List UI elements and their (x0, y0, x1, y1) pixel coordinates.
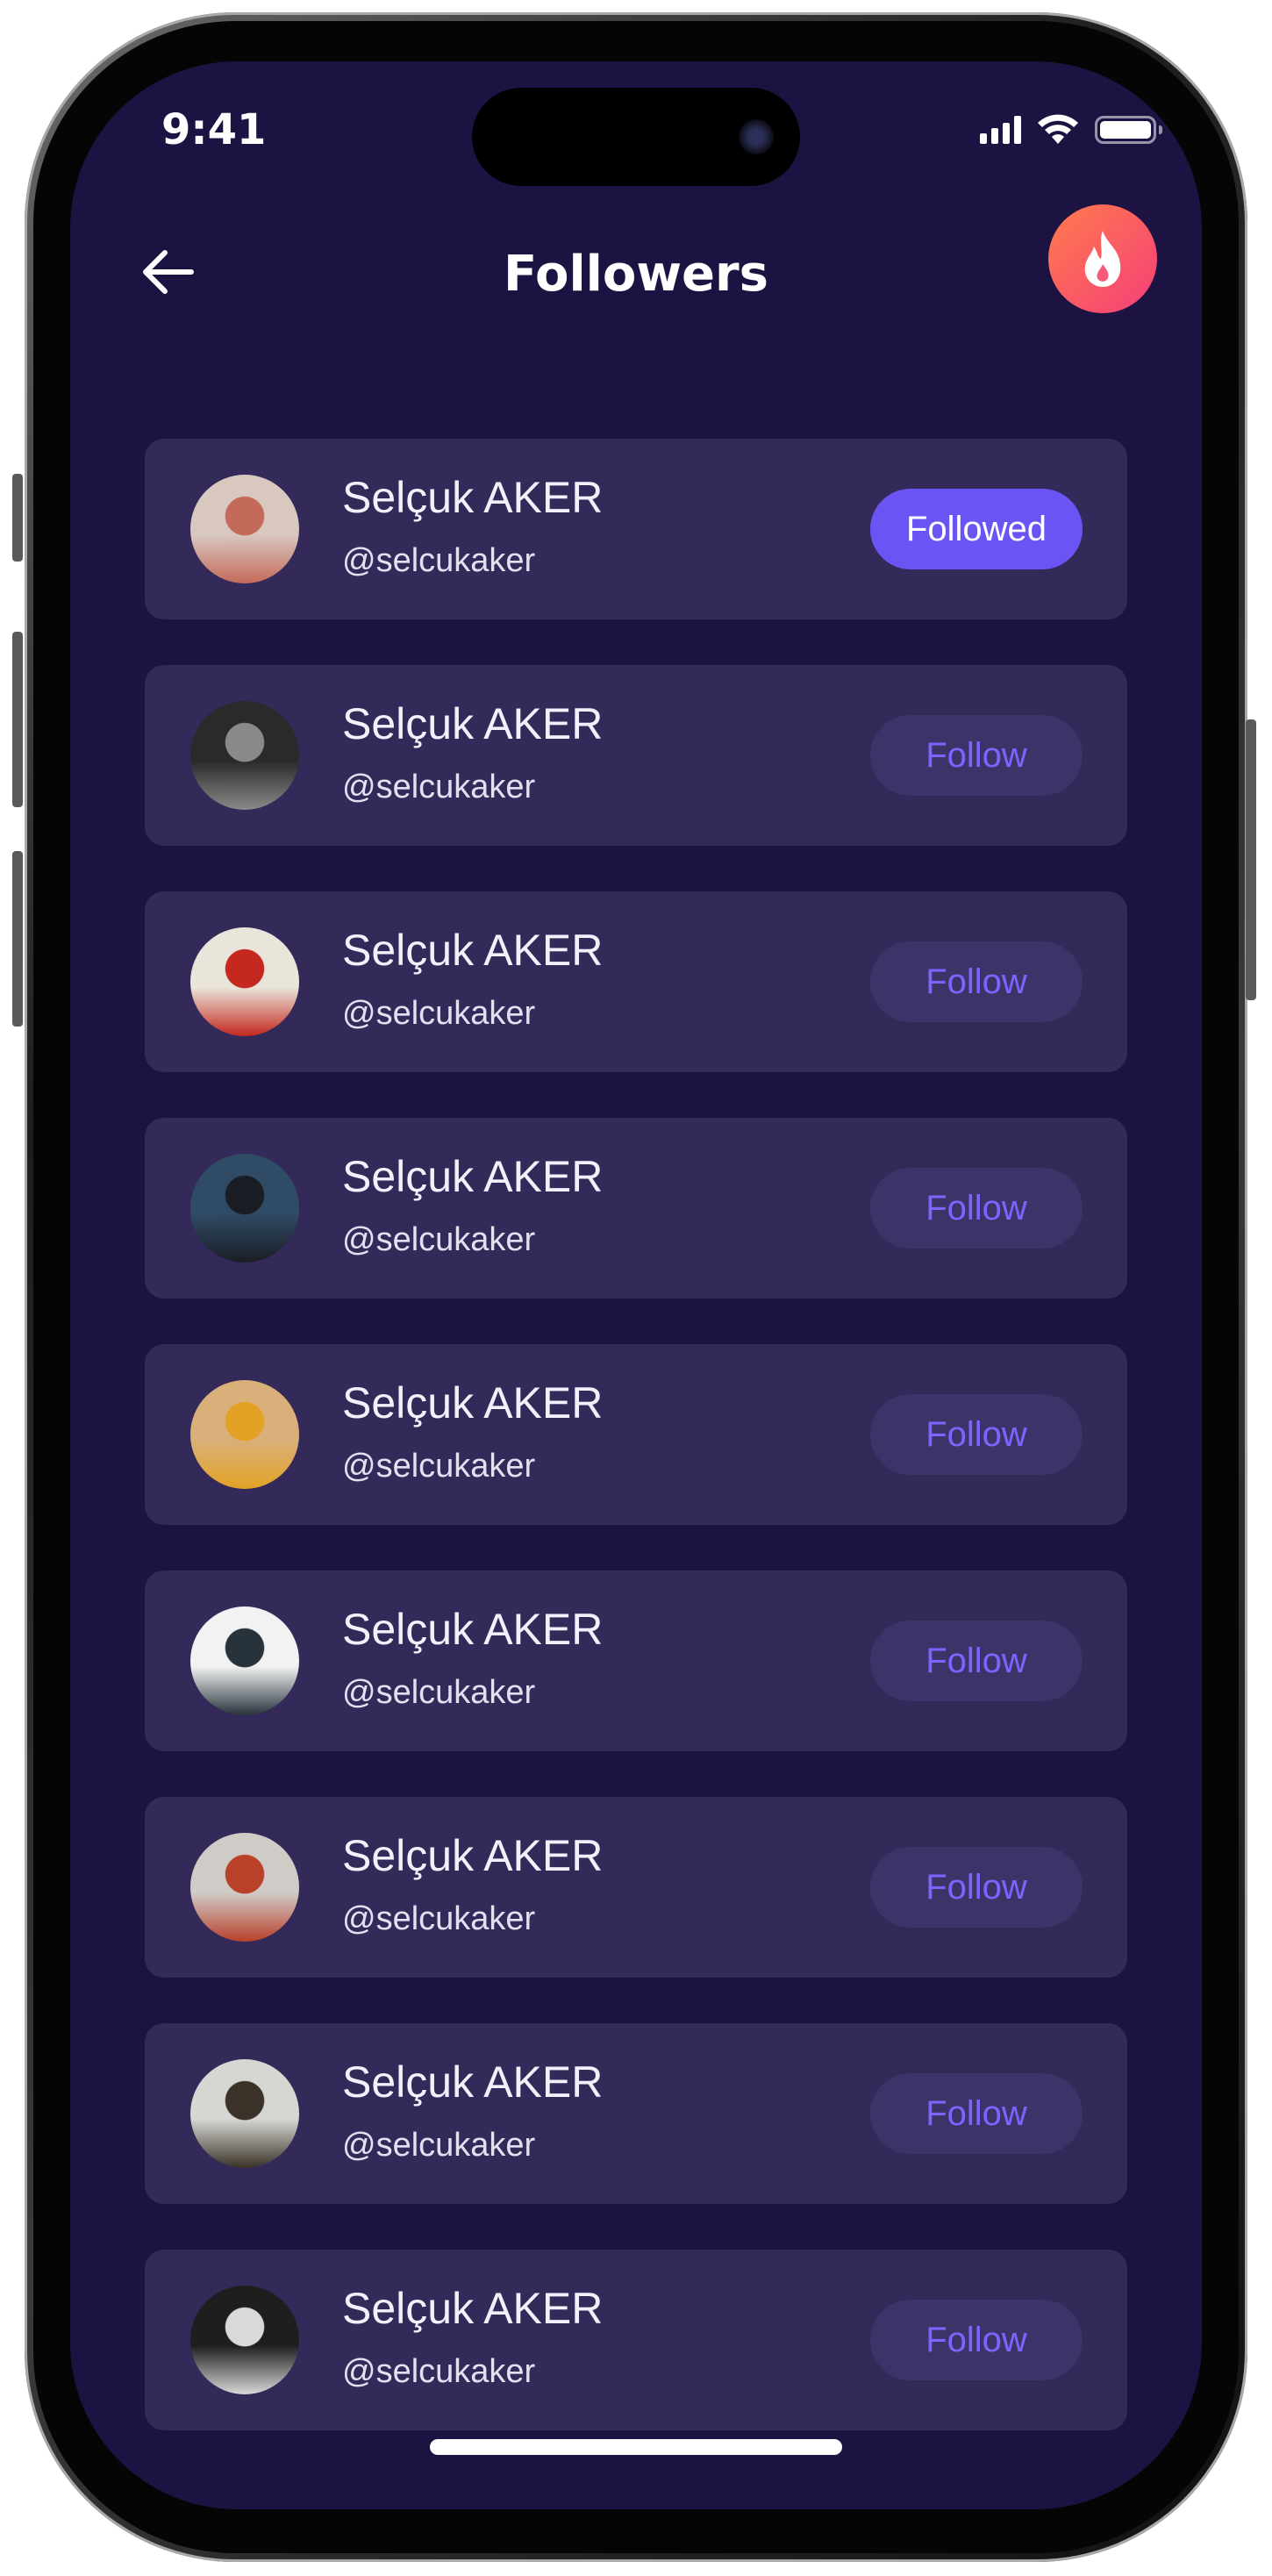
flame-icon (1084, 231, 1121, 287)
follower-card: Selçuk AKER @selcukaker Followed (145, 439, 1127, 619)
battery-icon (1095, 116, 1162, 144)
status-icons (980, 114, 1162, 146)
fire-button[interactable] (1048, 204, 1157, 313)
follower-handle: @selcukaker (342, 1448, 536, 1485)
follower-handle: @selcukaker (342, 2127, 536, 2164)
followers-list: Selçuk AKER @selcukaker Followed Selçuk … (145, 439, 1127, 2430)
follow-button[interactable]: Follow (870, 2073, 1083, 2154)
avatar (190, 2059, 299, 2168)
follower-handle: @selcukaker (342, 995, 536, 1032)
silent-switch (12, 474, 23, 562)
follower-handle: @selcukaker (342, 2353, 536, 2390)
avatar (190, 927, 299, 1036)
follower-name: Selçuk AKER (342, 1152, 604, 1201)
followed-button[interactable]: Followed (870, 489, 1083, 569)
avatar (190, 1606, 299, 1715)
follower-card: Selçuk AKER @selcukaker Follow (145, 891, 1127, 1072)
follow-button[interactable]: Follow (870, 1847, 1083, 1928)
volume-down-button (12, 851, 23, 1027)
power-button (1246, 719, 1256, 1000)
volume-up-button (12, 632, 23, 807)
dynamic-island (472, 88, 800, 186)
follower-card: Selçuk AKER @selcukaker Follow (145, 1797, 1127, 1978)
follower-name: Selçuk AKER (342, 926, 604, 975)
avatar (190, 1154, 299, 1263)
follower-handle: @selcukaker (342, 1900, 536, 1937)
follower-name: Selçuk AKER (342, 2284, 604, 2333)
follow-button[interactable]: Follow (870, 1394, 1083, 1475)
follower-name: Selçuk AKER (342, 1605, 604, 1654)
signal-icon (980, 116, 1021, 144)
follow-button[interactable]: Follow (870, 2300, 1083, 2380)
follower-card: Selçuk AKER @selcukaker Follow (145, 1571, 1127, 1751)
follower-name: Selçuk AKER (342, 699, 604, 748)
follower-handle: @selcukaker (342, 769, 536, 805)
avatar (190, 475, 299, 583)
follower-card: Selçuk AKER @selcukaker Follow (145, 2023, 1127, 2204)
follower-handle: @selcukaker (342, 542, 536, 579)
wifi-icon (1038, 114, 1078, 144)
follower-card: Selçuk AKER @selcukaker Follow (145, 1344, 1127, 1525)
avatar (190, 1833, 299, 1942)
avatar (190, 2286, 299, 2394)
follow-button[interactable]: Follow (870, 1168, 1083, 1249)
follow-button[interactable]: Follow (870, 715, 1083, 796)
follower-card: Selçuk AKER @selcukaker Follow (145, 1118, 1127, 1299)
follower-handle: @selcukaker (342, 1221, 536, 1258)
avatar (190, 1380, 299, 1489)
follower-name: Selçuk AKER (342, 2057, 604, 2107)
follower-card: Selçuk AKER @selcukaker Follow (145, 665, 1127, 846)
follow-button[interactable]: Follow (870, 1621, 1083, 1701)
camera-icon (739, 119, 774, 154)
status-time: 9:41 (161, 105, 267, 154)
avatar (190, 701, 299, 810)
follower-card: Selçuk AKER @selcukaker Follow (145, 2250, 1127, 2430)
page-title: Followers (504, 246, 768, 303)
follower-name: Selçuk AKER (342, 1378, 604, 1428)
follower-name: Selçuk AKER (342, 1831, 604, 1880)
screen: 9:41 Followers Selçuk AKER @selcukaker F… (70, 61, 1202, 2509)
follower-name: Selçuk AKER (342, 473, 604, 522)
home-indicator[interactable] (430, 2439, 842, 2455)
follower-handle: @selcukaker (342, 1674, 536, 1711)
follow-button[interactable]: Follow (870, 941, 1083, 1022)
